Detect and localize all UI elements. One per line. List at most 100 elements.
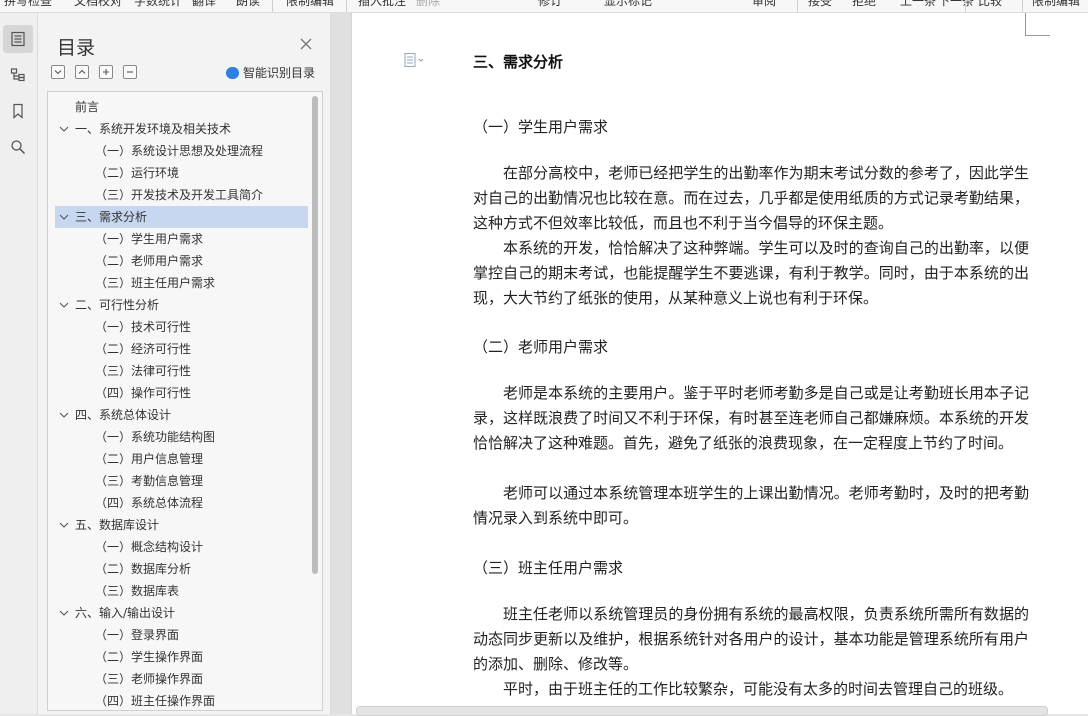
toc-rail-button[interactable] [3, 25, 33, 53]
expand-all-button[interactable] [75, 65, 89, 79]
smart-toc-button[interactable]: 智能识别目录 [226, 64, 315, 81]
toolbar-item[interactable]: 翻译 [192, 0, 216, 9]
toc-item[interactable]: 五、数据库设计 [48, 514, 308, 536]
toc-item-label: （四）班主任操作界面 [95, 694, 216, 708]
toolbar-item[interactable]: 限制编辑 [1032, 0, 1080, 9]
toc-item-label: （二）运行环境 [95, 166, 180, 180]
paragraph: 班主任老师以系统管理员的身份拥有系统的最高权限，负责系统所需所有数据的动态同步更… [473, 605, 1029, 673]
demote-level-button[interactable] [123, 65, 137, 79]
toc-subitem[interactable]: （三）考勤信息管理 [48, 470, 308, 492]
plus-icon [103, 69, 109, 75]
close-icon[interactable] [299, 37, 313, 51]
chapter-heading: 三、需求分析 [473, 53, 564, 71]
toc-subitem[interactable]: （二）运行环境 [48, 162, 308, 184]
bookmark-rail-button[interactable] [3, 97, 33, 125]
toc-item-label: 一、系统开发环境及相关技术 [75, 122, 232, 136]
chevron-down-icon[interactable] [59, 602, 69, 624]
toc-item-label: （三）开发技术及开发工具简介 [95, 188, 264, 202]
chevron-down-icon[interactable] [59, 118, 69, 140]
toolbar-item[interactable]: 拒绝 [852, 0, 876, 9]
toc-item[interactable]: 前言 [48, 96, 308, 118]
toc-subitem[interactable]: （一）系统设计思想及处理流程 [48, 140, 308, 162]
toc-subitem[interactable]: （三）班主任用户需求 [48, 272, 308, 294]
toc-item-label: （四）系统总体流程 [95, 496, 204, 510]
toc-subitem[interactable]: （二）老师用户需求 [48, 250, 308, 272]
toc-subitem[interactable]: （四）操作可行性 [48, 382, 308, 404]
panel-divider[interactable] [331, 13, 351, 714]
chevron-down-icon [54, 70, 62, 75]
toc-list: 前言一、系统开发环境及相关技术 （一）系统设计思想及处理流程 （二）运行环境 （三）开… [48, 96, 308, 710]
collapse-all-button[interactable] [51, 65, 65, 79]
section-heading: （一）学生用户需求 [473, 118, 609, 136]
chevron-up-icon [78, 69, 86, 74]
promote-level-button[interactable] [99, 65, 113, 79]
document-page: 三、需求分析 （一）学生用户需求 在部分高校中，老师已经把学生的出勤率作为期末考… [351, 13, 1088, 716]
toc-subitem[interactable]: （三）数据库表 [48, 580, 308, 602]
toolbar-item[interactable]: 字数统计 [134, 0, 182, 9]
toc-subitem[interactable]: （三）法律可行性 [48, 360, 308, 382]
toc-subitem[interactable]: （四）班主任操作界面 [48, 690, 308, 710]
toolbar-item[interactable]: 显示标记 [604, 0, 652, 9]
toc-item-label: （三）老师操作界面 [95, 672, 204, 686]
toc-item-label: （四）操作可行性 [95, 386, 192, 400]
paragraph-menu-icon[interactable] [404, 53, 426, 67]
toc-item-label: 四、系统总体设计 [75, 408, 172, 422]
smart-toc-label: 智能识别目录 [243, 66, 316, 80]
paragraph: 在部分高校中，老师已经把学生的出勤率作为期末考试分数的参考了，因此学生对自己的出… [473, 164, 1029, 232]
toc-item-label: （二）老师用户需求 [95, 254, 204, 268]
toc-list-box: 前言一、系统开发环境及相关技术 （一）系统设计思想及处理流程 （二）运行环境 （三）开… [47, 91, 323, 711]
toc-subitem[interactable]: （二）经济可行性 [48, 338, 308, 360]
toolbar-item[interactable]: 审阅 [752, 0, 776, 9]
chevron-down-icon[interactable] [59, 404, 69, 426]
toc-subitem[interactable]: （四）系统总体流程 [48, 492, 308, 514]
paragraph: 平时，由于班主任的工作比较繁杂，可能没有太多的时间去管理自己的班级。 [503, 680, 1014, 698]
toc-item-label: 三、需求分析 [75, 210, 148, 224]
toc-subitem[interactable]: （三）开发技术及开发工具简介 [48, 184, 308, 206]
toolbar-item[interactable]: 拼写检查 [4, 0, 52, 9]
ribbon-toolbar: 拼写检查 文档校对 字数统计 翻译 朗读 限制编辑 插入批注 删除 修订 显示标… [0, 0, 1088, 13]
toc-item-label: （二）学生操作界面 [95, 650, 204, 664]
chevron-down-icon[interactable] [59, 294, 69, 316]
toolbar-item[interactable]: 上一条 [900, 0, 936, 9]
toc-icon [11, 31, 25, 47]
search-rail-button[interactable] [3, 133, 33, 161]
toc-item-label: （三）考勤信息管理 [95, 474, 204, 488]
toolbar-item[interactable]: 插入批注 [358, 0, 406, 9]
toolbar-item[interactable]: 下一条 [938, 0, 974, 9]
toc-item-label: （一）登录界面 [95, 628, 180, 642]
toc-scrollbar[interactable] [312, 96, 318, 574]
toc-title: 目录 [57, 37, 96, 59]
toc-subitem[interactable]: （一）学生用户需求 [48, 228, 308, 250]
toc-item[interactable]: 一、系统开发环境及相关技术 [48, 118, 308, 140]
toolbar-item[interactable]: 文档校对 [74, 0, 122, 9]
toc-item-label: （二）经济可行性 [95, 342, 192, 356]
toc-subitem[interactable]: （三）老师操作界面 [48, 668, 308, 690]
toolbar-item[interactable]: 修订 [538, 0, 562, 9]
outline-rail-button[interactable] [3, 61, 33, 89]
toc-item[interactable]: 四、系统总体设计 [48, 404, 308, 426]
toc-item[interactable]: 三、需求分析 [55, 206, 308, 228]
page-corner-mark [1025, 13, 1050, 36]
chevron-down-icon[interactable] [59, 206, 69, 228]
toolbar-item[interactable]: 限制编辑 [286, 0, 334, 9]
toc-subitem[interactable]: （一）系统功能结构图 [48, 426, 308, 448]
outline-icon [10, 68, 25, 82]
horizontal-scrollbar[interactable] [356, 706, 1048, 716]
toc-subitem[interactable]: （一）技术可行性 [48, 316, 308, 338]
toc-subitem[interactable]: （一）概念结构设计 [48, 536, 308, 558]
toc-item-label: （二）用户信息管理 [95, 452, 204, 466]
toc-item-label: 五、数据库设计 [75, 518, 160, 532]
toc-subitem[interactable]: （一）登录界面 [48, 624, 308, 646]
toc-subitem[interactable]: （二）用户信息管理 [48, 448, 308, 470]
toc-panel: 目录 智能识别目录 前言一、系统开发环境及相关技术 （一）系统设计思想及处理流程 （… [38, 13, 331, 714]
toc-subitem[interactable]: （二）学生操作界面 [48, 646, 308, 668]
chevron-down-icon[interactable] [59, 514, 69, 536]
toolbar-item[interactable]: 接受 [808, 0, 832, 9]
toc-item-label: 六、输入/输出设计 [75, 606, 176, 620]
toc-subitem[interactable]: （二）数据库分析 [48, 558, 308, 580]
toc-item[interactable]: 二、可行性分析 [48, 294, 308, 316]
toolbar-item[interactable]: 朗读 [236, 0, 260, 9]
toc-item[interactable]: 六、输入/输出设计 [48, 602, 308, 624]
toolbar-item[interactable]: 删除 [416, 0, 440, 9]
toolbar-item[interactable]: 比较 [978, 0, 1002, 9]
